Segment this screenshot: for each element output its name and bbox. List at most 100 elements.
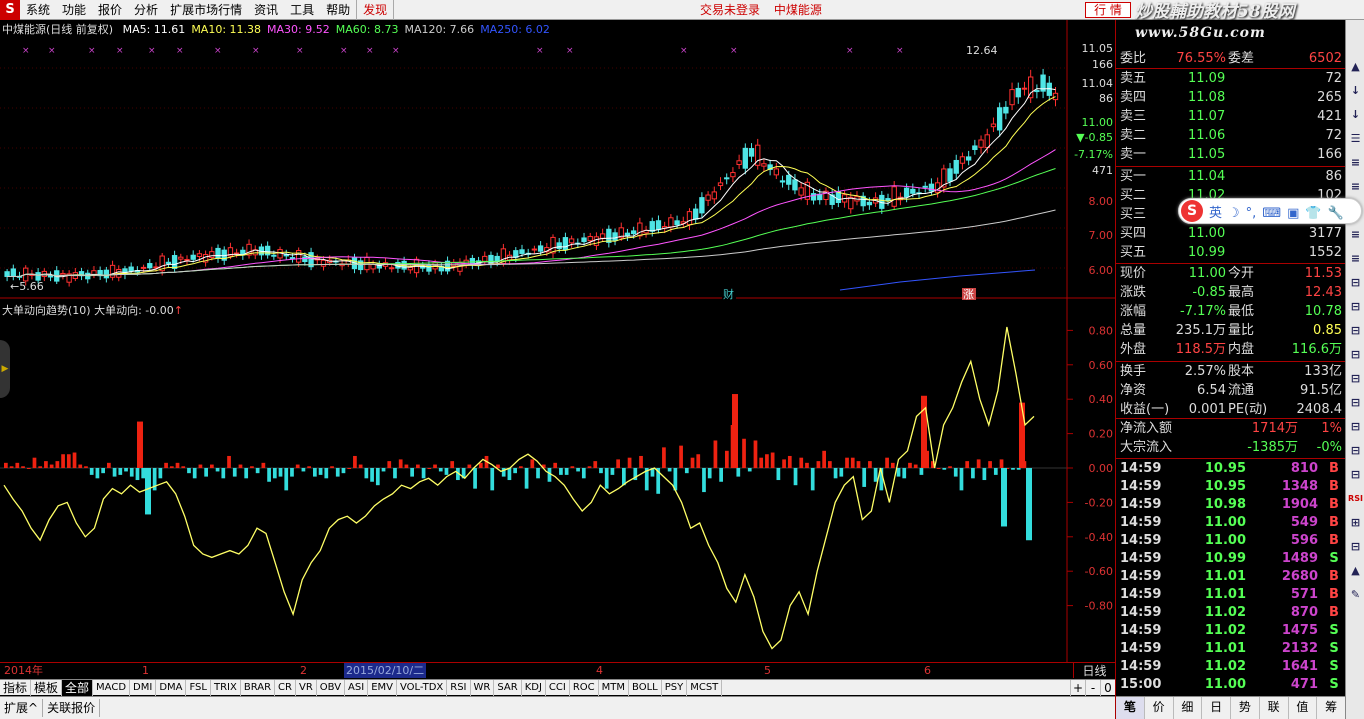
event-marker-x: × bbox=[116, 46, 124, 56]
indicator-tab[interactable]: BRAR bbox=[241, 679, 276, 696]
toolbar-tool-icon[interactable]: ⊞ bbox=[1347, 514, 1364, 531]
chart-area[interactable]: × × × × × × × × × × × × × × × × × × 12.64 ←5.66 财 涨 11.05 166 11… bbox=[0, 20, 1115, 662]
panel-tab[interactable]: 联 bbox=[1260, 697, 1289, 719]
ime-tool-icon[interactable]: ☽ bbox=[1228, 206, 1240, 221]
ime-toolbar[interactable]: S 英 ☽ °, ⌨ ▣ 👕 🔧 bbox=[1178, 198, 1362, 224]
main-axis-tick: 86 bbox=[1099, 92, 1113, 105]
indicator-tab[interactable]: FSL bbox=[186, 679, 211, 696]
indicator-tab[interactable]: WR bbox=[471, 679, 495, 696]
flow-bar bbox=[204, 468, 208, 477]
indicator-tab[interactable]: 全部 bbox=[62, 679, 94, 696]
toolbar-tool-icon[interactable]: RSI bbox=[1347, 490, 1364, 507]
toolbar-tool-icon[interactable]: ⊟ bbox=[1347, 346, 1364, 363]
period-label[interactable]: 日线 bbox=[1073, 662, 1115, 678]
buy-level-price[interactable]: 11.04 bbox=[1188, 168, 1260, 186]
indicator-tab[interactable]: VOL-TDX bbox=[397, 679, 448, 696]
toolbar-tool-icon[interactable]: ⊟ bbox=[1347, 394, 1364, 411]
toolbar-tool-icon[interactable]: ✎ bbox=[1347, 586, 1364, 603]
menu-news[interactable]: 资讯 bbox=[248, 0, 284, 20]
toolbar-tool-icon[interactable]: ⊟ bbox=[1347, 442, 1364, 459]
toolbar-tool-icon[interactable]: ⊟ bbox=[1347, 538, 1364, 555]
toolbar-tool-icon[interactable]: ≡ bbox=[1347, 154, 1364, 171]
indicator-tab[interactable]: SAR bbox=[494, 679, 522, 696]
panel-tab[interactable]: 笔 bbox=[1116, 697, 1145, 719]
ime-tool-icon[interactable]: °, bbox=[1246, 206, 1257, 221]
quote-button[interactable]: 行 情 bbox=[1085, 2, 1131, 18]
menu-analysis[interactable]: 分析 bbox=[128, 0, 164, 20]
ime-tool-icon[interactable]: 英 bbox=[1209, 206, 1222, 221]
stat-row: 外盘 118.5万 内盘 116.6万 bbox=[1116, 341, 1346, 359]
sell-level-price[interactable]: 11.08 bbox=[1188, 89, 1260, 107]
tab-control-button[interactable]: + bbox=[1070, 679, 1085, 696]
toolbar-tool-icon[interactable]: ↓ bbox=[1347, 106, 1364, 123]
sell-level-price[interactable]: 11.07 bbox=[1188, 108, 1260, 126]
toolbar-tool-icon[interactable]: ⊟ bbox=[1347, 298, 1364, 315]
sell-level-price[interactable]: 11.05 bbox=[1188, 146, 1260, 164]
ime-tool-icon[interactable]: ▣ bbox=[1287, 206, 1299, 221]
toolbar-tool-icon[interactable]: ↓ bbox=[1347, 82, 1364, 99]
toolbar-tool-icon[interactable]: ≡ bbox=[1347, 250, 1364, 267]
indicator-tab[interactable]: DMA bbox=[156, 679, 187, 696]
indicator-tab[interactable]: TRIX bbox=[211, 679, 241, 696]
sogou-ime-icon[interactable]: S bbox=[1181, 200, 1203, 222]
indicator-tab[interactable]: RSI bbox=[447, 679, 471, 696]
panel-tab[interactable]: 筹 bbox=[1317, 697, 1346, 719]
tab-control-button[interactable]: 0 bbox=[1100, 679, 1115, 696]
toolbar-tool-icon[interactable]: ⊟ bbox=[1347, 370, 1364, 387]
panel-tab[interactable]: 价 bbox=[1145, 697, 1174, 719]
menu-tools[interactable]: 工具 bbox=[284, 0, 320, 20]
panel-tab[interactable]: 细 bbox=[1174, 697, 1203, 719]
indicator-tab[interactable]: MTM bbox=[599, 679, 630, 696]
menu-system[interactable]: 系统 bbox=[20, 0, 56, 20]
panel-tab[interactable]: 值 bbox=[1289, 697, 1318, 719]
indicator-tab[interactable]: BOLL bbox=[629, 679, 662, 696]
sell-level-price[interactable]: 11.06 bbox=[1188, 127, 1260, 145]
indicator-tab[interactable]: DMI bbox=[130, 679, 157, 696]
toolbar-tool-icon[interactable]: ☰ bbox=[1347, 130, 1364, 147]
flow-bar bbox=[26, 468, 31, 469]
app-logo-icon[interactable]: S bbox=[0, 0, 20, 20]
menu-help[interactable]: 帮助 bbox=[320, 0, 356, 20]
tab-control-button[interactable]: - bbox=[1085, 679, 1100, 696]
sell-level-price[interactable]: 11.09 bbox=[1188, 70, 1260, 88]
indicator-tab[interactable]: PSY bbox=[662, 679, 688, 696]
ime-tool-icon[interactable]: ⌨ bbox=[1262, 206, 1281, 221]
indicator-tab[interactable]: ASI bbox=[345, 679, 369, 696]
candle-body bbox=[537, 245, 544, 252]
toolbar-tool-icon[interactable]: ⊟ bbox=[1347, 322, 1364, 339]
indicator-tab[interactable]: ROC bbox=[570, 679, 599, 696]
chart-canvas[interactable]: × × × × × × × × × × × × × × × × × × 12.64 ←5.66 财 涨 11.05 166 11… bbox=[0, 20, 1115, 662]
related-quotes-button[interactable]: 关联报价 bbox=[43, 699, 101, 717]
menu-discover[interactable]: 发现 bbox=[356, 0, 395, 20]
menu-extended-market[interactable]: 扩展市场行情 bbox=[164, 0, 248, 20]
menu-function[interactable]: 功能 bbox=[56, 0, 92, 20]
indicator-tab[interactable]: EMV bbox=[368, 679, 397, 696]
flow-bar bbox=[473, 468, 477, 489]
indicator-tab[interactable]: 模板 bbox=[31, 679, 63, 696]
toolbar-tool-icon[interactable]: ⊟ bbox=[1347, 274, 1364, 291]
toolbar-tool-icon[interactable]: ▲ bbox=[1347, 562, 1364, 579]
indicator-tab[interactable]: CR bbox=[275, 679, 296, 696]
toolbar-tool-icon[interactable]: ⊟ bbox=[1347, 418, 1364, 435]
menu-quote[interactable]: 报价 bbox=[92, 0, 128, 20]
side-panel-toggle[interactable]: ▶ bbox=[0, 340, 10, 398]
toolbar-tool-icon[interactable]: ≡ bbox=[1347, 226, 1364, 243]
indicator-tab[interactable]: MCST bbox=[687, 679, 723, 696]
panel-tab[interactable]: 势 bbox=[1231, 697, 1260, 719]
indicator-tab[interactable]: MACD bbox=[93, 679, 131, 696]
toolbar-tool-icon[interactable]: ⊟ bbox=[1347, 466, 1364, 483]
ime-tool-icon[interactable]: 🔧 bbox=[1328, 206, 1344, 221]
indicator-tab[interactable]: CCI bbox=[546, 679, 570, 696]
indicator-tab[interactable]: 指标 bbox=[0, 679, 32, 696]
panel-tab[interactable]: 日 bbox=[1202, 697, 1231, 719]
ime-tool-icon[interactable]: 👕 bbox=[1305, 206, 1321, 221]
toolbar-tool-icon[interactable]: ≡ bbox=[1347, 178, 1364, 195]
toolbar-tool-icon[interactable]: ▲ bbox=[1347, 58, 1364, 75]
indicator-tab[interactable]: KDJ bbox=[522, 679, 546, 696]
indicator-tab[interactable]: VR bbox=[296, 679, 317, 696]
buy-level-price[interactable]: 10.99 bbox=[1188, 244, 1260, 262]
indicator-tab[interactable]: OBV bbox=[317, 679, 346, 696]
buy-level-price[interactable]: 11.00 bbox=[1188, 225, 1260, 243]
expand-button[interactable]: 扩展^ bbox=[0, 699, 44, 717]
trade-login-status[interactable]: 交易未登录 bbox=[700, 3, 760, 17]
